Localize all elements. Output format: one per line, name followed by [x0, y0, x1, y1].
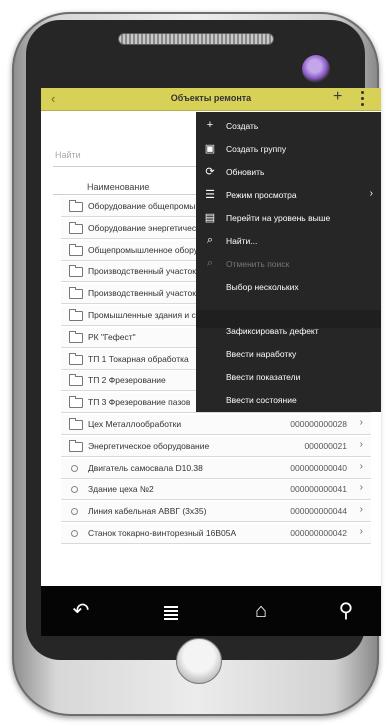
menu-item-icon: ▣	[204, 143, 216, 155]
menu-item-icon: ⟳	[205, 166, 215, 178]
menu-item[interactable]: ⌕ Найти...	[196, 231, 381, 253]
list-item-name: Цех Металлообработки	[88, 419, 182, 429]
home-icon[interactable]: ⌂	[241, 596, 281, 626]
kebab-icon[interactable]	[361, 91, 365, 109]
menu-item-icon: +	[206, 119, 214, 131]
menu-item[interactable]: ⟳ Обновить	[196, 162, 381, 184]
menu-item-label: Создать	[226, 121, 259, 131]
chevron-right-icon: ›	[359, 482, 363, 494]
menu-item-icon: ☰	[205, 189, 215, 201]
menu-item[interactable]: Выбор нескольких	[196, 277, 381, 299]
menu-item-label: Ввести показатели	[226, 372, 301, 382]
chevron-right-icon: ›	[359, 417, 363, 428]
folder-icon	[69, 309, 83, 321]
menu-item-label: Найти...	[226, 236, 258, 246]
list-item-code: 000000000042	[290, 528, 347, 538]
folder-icon	[69, 200, 83, 212]
folder-icon	[69, 418, 83, 430]
item-circle-icon	[69, 464, 78, 472]
menu-item-icon: ⌕	[206, 234, 214, 246]
menu-item-label: Перейти на уровень выше	[226, 213, 331, 223]
folder-icon	[69, 439, 83, 452]
menu-item[interactable]: Зафиксировать дефект	[196, 321, 381, 343]
list-item-code: 000000000040	[290, 462, 347, 473]
list-item[interactable]: Двигатель самосвала D10.38 000000000040 ›	[61, 458, 371, 479]
system-navbar: ↶ ⌂ ⚲	[41, 586, 381, 636]
menu-item-label: Создать группу	[226, 144, 287, 154]
list-item-code: 000000021	[304, 440, 347, 451]
menu-item[interactable]: Ввести показатели	[196, 367, 381, 389]
list-item-name: Станок токарно-винторезный 16В05А	[88, 528, 237, 538]
page-title: Объекты ремонта	[170, 93, 252, 103]
hardware-home-button[interactable]	[176, 638, 222, 684]
chevron-right-icon: ›	[359, 526, 363, 537]
item-circle-icon	[69, 485, 78, 494]
submenu-chevron-icon: ›	[369, 188, 373, 199]
folder-icon	[69, 374, 83, 387]
list-item-name: Двигатель самосвала D10.38	[88, 462, 203, 473]
list-item-name: Линия кабельная АВВГ (3x35)	[88, 506, 207, 517]
back-arrow-icon[interactable]: ↶	[61, 596, 101, 626]
menu-icon[interactable]	[151, 596, 191, 626]
menu-item: ⌕ Отменить поиск	[196, 254, 381, 276]
screen: ‹ Объекты ремонта + Найти Наименование О…	[41, 88, 381, 586]
list-item[interactable]: Линия кабельная АВВГ (3x35) 000000000044 ›	[61, 502, 371, 523]
item-circle-icon	[69, 507, 78, 516]
plus-icon[interactable]: +	[333, 88, 342, 106]
chevron-right-icon: ›	[359, 504, 363, 516]
menu-item[interactable]: + Создать	[196, 116, 381, 138]
menu-item-label: Отменить поиск	[226, 259, 290, 269]
menu-item-label: Ввести состояние	[226, 395, 297, 405]
menu-item[interactable]: Ввести наработку	[196, 344, 381, 366]
folder-icon	[69, 287, 83, 300]
list-item-name: Энергетическое оборудование	[88, 440, 210, 451]
list-item-name: Здание цеха №2	[88, 484, 154, 495]
list-item[interactable]: Здание цеха №2 000000000041 ›	[61, 480, 371, 501]
folder-icon	[69, 221, 83, 234]
folder-icon	[69, 352, 83, 365]
list-item[interactable]: Энергетическое оборудование 000000021 ›	[61, 436, 371, 457]
menu-item-icon: ▤	[204, 212, 216, 224]
chevron-right-icon: ›	[359, 438, 363, 450]
menu-item[interactable]: ☰ Режим просмотра ›	[196, 185, 381, 207]
chevron-right-icon: ›	[359, 460, 363, 472]
speaker-grille	[118, 33, 274, 45]
list-item[interactable]: Цех Металлообработки 000000000028 ›	[61, 415, 371, 435]
column-header: Наименование	[87, 182, 150, 192]
menu-item-label: Обновить	[226, 167, 265, 177]
search-icon[interactable]: ⚲	[326, 596, 366, 626]
list-item-code: 000000000041	[290, 484, 347, 495]
folder-icon	[69, 330, 83, 343]
list-item-code: 000000000044	[290, 506, 347, 517]
menu-item[interactable]: Ввести состояние	[196, 390, 381, 412]
menu-item-label: Выбор нескольких	[226, 282, 299, 292]
folder-icon	[69, 265, 83, 278]
app-header: ‹ Объекты ремонта +	[41, 88, 381, 111]
menu-item-label: Зафиксировать дефект	[226, 326, 319, 336]
menu-item[interactable]: ▣ Создать группу	[196, 139, 381, 161]
camera-icon	[302, 55, 330, 83]
search-input[interactable]: Найти	[55, 150, 81, 160]
list-item-code: 000000000028	[290, 419, 347, 429]
menu-item-label: Режим просмотра	[226, 190, 297, 200]
menu-item-icon: ⌕	[206, 257, 214, 269]
item-circle-icon	[69, 529, 78, 537]
list-item[interactable]: Станок токарно-винторезный 16В05А 0000000…	[61, 524, 371, 544]
context-menu: + Создать ▣ Создать группу ⟳ Обновить ☰ Режим п…	[196, 112, 381, 412]
menu-item[interactable]: ▤ Перейти на уровень выше	[196, 208, 381, 230]
menu-item-label: Ввести наработку	[226, 349, 297, 359]
folder-icon	[69, 396, 83, 409]
folder-icon	[69, 243, 83, 256]
